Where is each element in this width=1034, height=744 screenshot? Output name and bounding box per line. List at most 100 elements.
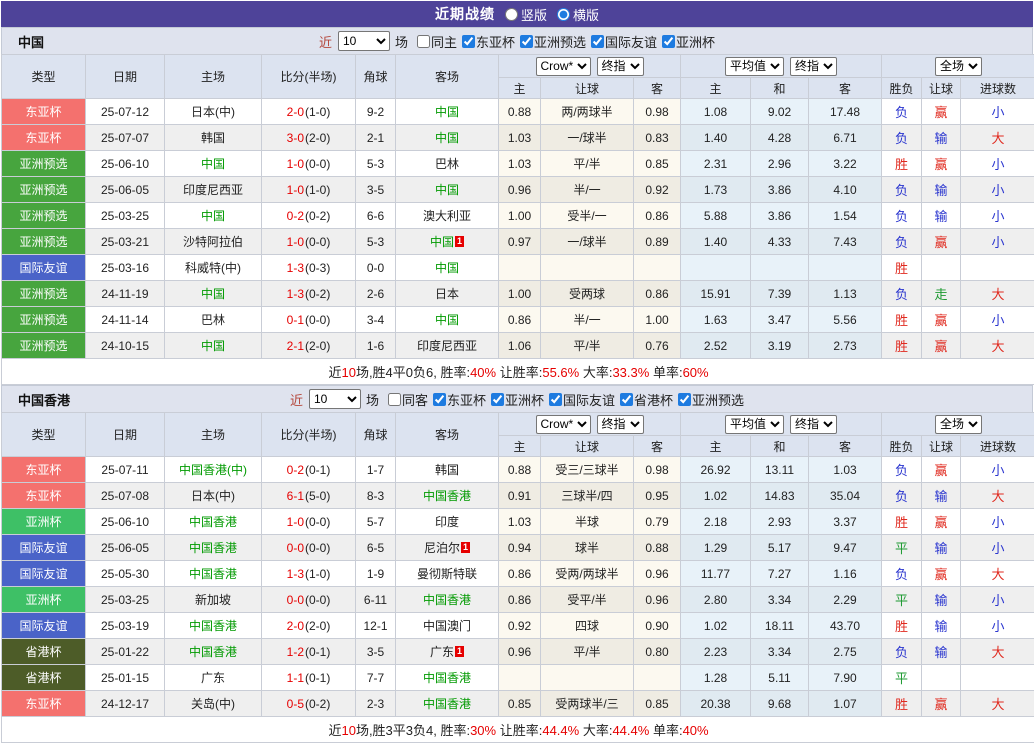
same-venue-checkbox[interactable]: 同客 <box>388 390 428 409</box>
fulltime-score: 2-0 <box>287 105 304 119</box>
bookmaker-select[interactable]: Crow* <box>536 57 591 76</box>
home-team: 中国 <box>165 333 262 359</box>
avg-home-odds: 11.77 <box>681 561 751 587</box>
games-label: 场 <box>366 390 379 409</box>
competition-checkbox[interactable]: 亚洲预选 <box>678 390 744 409</box>
competition-checkbox[interactable]: 亚洲杯 <box>662 32 715 51</box>
average-select[interactable]: 平均值 <box>725 57 784 76</box>
bookmaker-select[interactable]: Crow* <box>536 415 591 434</box>
avg-home-odds: 1.28 <box>681 665 751 691</box>
final-average-select[interactable]: 终指 <box>790 57 837 76</box>
match-row: 国际友谊25-03-16科威特(中)1-3(0-3)0-0中国胜 <box>2 255 1034 281</box>
corner-score: 12-1 <box>356 613 396 639</box>
fulltime-score: 2-1 <box>287 339 304 353</box>
team-name: 中国 <box>201 157 225 171</box>
corner-score: 6-11 <box>356 587 396 613</box>
team-name: 中国香港 <box>423 671 471 685</box>
horizontal-radio-input[interactable] <box>557 8 570 21</box>
home-team: 中国 <box>165 281 262 307</box>
corner-score: 5-7 <box>356 509 396 535</box>
final-odds-select[interactable]: 终指 <box>597 415 644 434</box>
summary-row: 近10场,胜4平0负6, 胜率:40% 让胜率:55.6% 大率:33.3% 单… <box>2 359 1034 385</box>
competition-input[interactable] <box>678 393 691 406</box>
full-match-select[interactable]: 全场 <box>935 415 982 434</box>
halftime-score: (2-0) <box>305 619 330 633</box>
handicap-odds: 半/一 <box>541 307 634 333</box>
sub-column-header: 进球数 <box>961 78 1034 99</box>
corner-score: 1-7 <box>356 457 396 483</box>
competition-checkbox[interactable]: 省港杯 <box>620 390 673 409</box>
competition-label: 东亚杯 <box>447 390 486 409</box>
competition-label: 国际友谊 <box>605 32 657 51</box>
match-row: 省港杯25-01-15广东1-1(0-1)7-7中国香港1.285.117.90… <box>2 665 1034 691</box>
same-venue-checkbox[interactable]: 同主 <box>417 32 457 51</box>
final-average-select[interactable]: 终指 <box>790 415 837 434</box>
match-row: 亚洲预选25-06-05印度尼西亚1-0(1-0)3-5中国0.96半/一0.9… <box>2 177 1034 203</box>
competition-input[interactable] <box>591 35 604 48</box>
competition-input[interactable] <box>620 393 633 406</box>
summary-label: 单率: <box>649 365 682 380</box>
same-venue-input[interactable] <box>417 35 430 48</box>
layout-radio-vertical[interactable]: 竖版 <box>505 5 547 24</box>
home-odds: 0.92 <box>499 613 541 639</box>
avg-home-odds: 1.02 <box>681 483 751 509</box>
match-row: 东亚杯24-12-17关岛(中)0-5(0-2)2-3中国香港0.85受两球半/… <box>2 691 1034 717</box>
team-name: 巴林 <box>201 313 225 327</box>
match-date: 25-05-30 <box>86 561 165 587</box>
match-type-badge: 亚洲预选 <box>2 229 86 255</box>
layout-radio-horizontal[interactable]: 横版 <box>557 5 599 24</box>
competition-checkbox[interactable]: 国际友谊 <box>549 390 615 409</box>
away-team: 中国 <box>396 255 499 281</box>
match-date: 25-03-16 <box>86 255 165 281</box>
vertical-radio-input[interactable] <box>505 8 518 21</box>
fulltime-score: 0-5 <box>287 697 304 711</box>
full-match-select[interactable]: 全场 <box>935 57 982 76</box>
avg-away-odds: 1.54 <box>809 203 882 229</box>
away-team: 中国香港 <box>396 691 499 717</box>
competition-input[interactable] <box>462 35 475 48</box>
competition-input[interactable] <box>662 35 675 48</box>
match-date: 25-06-10 <box>86 151 165 177</box>
fulltime-score: 1-0 <box>287 183 304 197</box>
average-select[interactable]: 平均值 <box>725 415 784 434</box>
result-goals: 大 <box>961 281 1034 307</box>
final-odds-select[interactable]: 终指 <box>597 57 644 76</box>
competition-checkbox[interactable]: 国际友谊 <box>591 32 657 51</box>
competition-input[interactable] <box>491 393 504 406</box>
away-team: 巴林 <box>396 151 499 177</box>
competition-input[interactable] <box>549 393 562 406</box>
team-name: 中国香港 <box>189 619 237 633</box>
competition-input[interactable] <box>433 393 446 406</box>
result-goals: 小 <box>961 151 1034 177</box>
result-win-loss: 胜 <box>882 255 922 281</box>
competition-checkbox[interactable]: 东亚杯 <box>462 32 515 51</box>
fulltime-score: 1-2 <box>287 645 304 659</box>
match-row: 亚洲预选24-11-14巴林0-1(0-0)3-4中国0.86半/一1.001.… <box>2 307 1034 333</box>
same-venue-input[interactable] <box>388 393 401 406</box>
competition-input[interactable] <box>520 35 533 48</box>
match-date: 25-03-25 <box>86 587 165 613</box>
match-score: 3-0(2-0) <box>262 125 356 151</box>
fulltime-score: 1-0 <box>287 235 304 249</box>
recent-count-select[interactable]: 10 <box>309 389 361 409</box>
column-header: 日期 <box>86 413 165 457</box>
avg-away-odds <box>809 255 882 281</box>
competition-label: 亚洲杯 <box>505 390 544 409</box>
home-odds: 1.06 <box>499 333 541 359</box>
fulltime-score: 1-0 <box>287 157 304 171</box>
competition-checkbox[interactable]: 东亚杯 <box>433 390 486 409</box>
team-name: 科威特(中) <box>185 261 241 275</box>
competition-checkbox[interactable]: 亚洲预选 <box>520 32 586 51</box>
competition-checkbox[interactable]: 亚洲杯 <box>491 390 544 409</box>
result-win-loss: 负 <box>882 177 922 203</box>
recent-count-select[interactable]: 10 <box>338 31 390 51</box>
team-name: 广东 <box>201 671 225 685</box>
sub-column-header: 客 <box>809 78 882 99</box>
avg-home-odds: 1.40 <box>681 229 751 255</box>
team-name: 中国香港 <box>189 541 237 555</box>
match-type-badge: 亚洲预选 <box>2 203 86 229</box>
match-score: 2-1(2-0) <box>262 333 356 359</box>
away-odds: 0.86 <box>634 203 681 229</box>
filter-controls: 近10场同主东亚杯亚洲预选国际友谊亚洲杯 <box>319 31 715 51</box>
avg-away-odds: 2.73 <box>809 333 882 359</box>
